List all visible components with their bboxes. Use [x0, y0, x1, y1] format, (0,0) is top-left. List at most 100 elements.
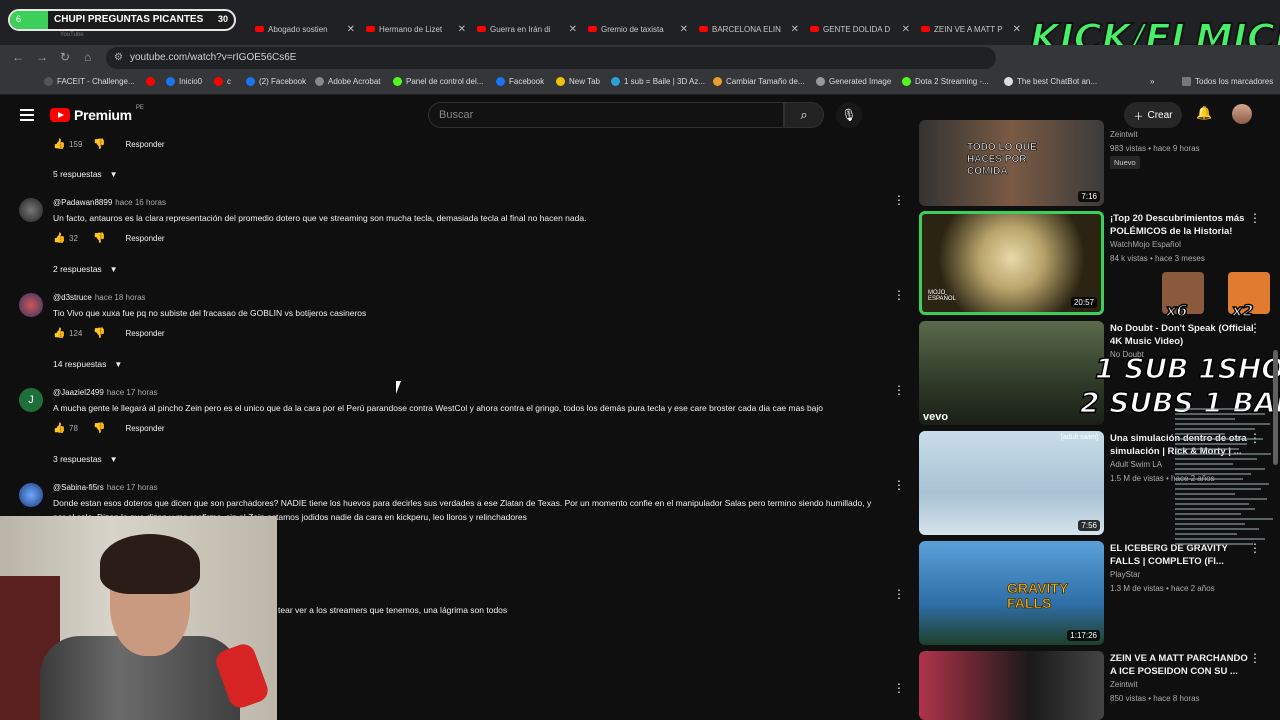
- commenter-avatar[interactable]: [19, 198, 43, 222]
- reply-button[interactable]: Responder: [125, 234, 164, 243]
- video-title[interactable]: No Doubt - Don't Speak (Official 4K Musi…: [1110, 322, 1256, 348]
- replies-toggle[interactable]: 3 respuestas ▼: [53, 454, 118, 464]
- commenter-avatar[interactable]: [19, 483, 43, 507]
- reply-button[interactable]: Responder: [125, 424, 164, 433]
- channel-name[interactable]: Adult Swim LA: [1110, 460, 1162, 469]
- site-info-icon[interactable]: ⚙: [114, 52, 123, 63]
- page-scrollbar[interactable]: [1273, 350, 1278, 465]
- bookmark-item[interactable]: Inicio0: [166, 77, 202, 86]
- replies-toggle[interactable]: 2 respuestas ▼: [53, 264, 118, 274]
- channel-name[interactable]: Zeintwit: [1110, 680, 1138, 689]
- more-options-icon[interactable]: ⋮: [1249, 651, 1261, 665]
- bookmark-item[interactable]: Adobe Acrobat: [315, 77, 380, 86]
- more-options-icon[interactable]: ⋮: [893, 479, 905, 491]
- video-title[interactable]: ¡Top 20 Descubrimientos más POLÉMICOS de…: [1110, 212, 1256, 238]
- comment-author[interactable]: @Jaaziel2499: [53, 388, 104, 397]
- more-options-icon[interactable]: ⋮: [893, 194, 905, 206]
- more-options-icon[interactable]: ⋮: [893, 289, 905, 301]
- tab-6[interactable]: GENTE DOLIDA D ✕: [810, 20, 910, 38]
- bookmark-item[interactable]: FACEIT - Challenge...: [44, 77, 135, 86]
- video-thumbnail[interactable]: TODO LO QUE HACES POR COMIDA 7:16: [919, 120, 1104, 206]
- bookmark-item[interactable]: Cambiar Tamaño de...: [713, 77, 805, 86]
- more-options-icon[interactable]: ⋮: [893, 682, 905, 694]
- like-icon[interactable]: 👍: [53, 423, 65, 434]
- channel-name[interactable]: PlayStar: [1110, 570, 1140, 579]
- forward-arrow-icon[interactable]: →: [36, 50, 48, 64]
- home-icon[interactable]: ⌂: [84, 50, 91, 64]
- replies-toggle[interactable]: 5 respuestas ▼: [53, 169, 118, 179]
- bookmark-item[interactable]: New Tab: [556, 77, 600, 86]
- comment-time[interactable]: hace 17 horas: [107, 388, 158, 397]
- channel-name[interactable]: Zeintwit: [1110, 130, 1138, 139]
- close-tab-icon[interactable]: ✕: [347, 24, 355, 35]
- bookmark-item[interactable]: Dota 2 Streaming -...: [902, 77, 989, 86]
- search-box[interactable]: [428, 102, 784, 128]
- dislike-icon[interactable]: 👎: [93, 328, 105, 339]
- tab-2[interactable]: Hermano de Lizet ✕: [366, 20, 466, 38]
- close-tab-icon[interactable]: ✕: [791, 24, 799, 35]
- bookmark-item[interactable]: Panel de control del...: [393, 77, 483, 86]
- channel-name[interactable]: WatchMojo Español: [1110, 240, 1181, 249]
- bookmark-item[interactable]: Facebook: [496, 77, 544, 86]
- video-thumbnail[interactable]: [919, 651, 1104, 720]
- bookmark-label: 1 sub = Baile | 3D Az...: [624, 77, 706, 86]
- video-thumbnail[interactable]: [adult swim] 7:56: [919, 431, 1104, 535]
- comment-author[interactable]: @d3struce: [53, 293, 92, 302]
- voice-search-button[interactable]: 🎙: [836, 102, 862, 128]
- video-stats: 850 vistas • hace 8 horas: [1110, 694, 1200, 703]
- comment-time[interactable]: hace 18 horas: [95, 293, 146, 302]
- youtube-premium-logo[interactable]: Premium PE: [50, 105, 144, 123]
- account-avatar[interactable]: [1232, 104, 1252, 124]
- more-options-icon[interactable]: ⋮: [1249, 211, 1261, 225]
- dislike-icon[interactable]: 👎: [93, 233, 105, 244]
- like-icon[interactable]: 👍: [53, 139, 65, 150]
- bookmark-item[interactable]: [146, 77, 155, 86]
- close-tab-icon[interactable]: ✕: [569, 24, 577, 35]
- tab-7[interactable]: ZEIN VE A MATT P ✕: [921, 20, 1021, 38]
- tab-0[interactable]: YouTube: [60, 30, 110, 40]
- commenter-avatar[interactable]: J: [19, 388, 43, 412]
- more-bookmarks-icon[interactable]: »: [1150, 77, 1154, 86]
- video-thumbnail[interactable]: GRAVITY FALLS 1:17:26: [919, 541, 1104, 645]
- close-tab-icon[interactable]: ✕: [1013, 24, 1021, 35]
- replies-toggle[interactable]: 14 respuestas ▼: [53, 359, 122, 369]
- bookmark-item[interactable]: 1 sub = Baile | 3D Az...: [611, 77, 705, 86]
- reply-button[interactable]: Responder: [125, 329, 164, 338]
- close-tab-icon[interactable]: ✕: [680, 24, 688, 35]
- search-input[interactable]: [439, 109, 759, 121]
- bookmark-item[interactable]: c: [214, 77, 231, 86]
- url-field[interactable]: ⚙ youtube.com/watch?v=rIGOE56Cs6E: [106, 47, 996, 69]
- bookmark-item[interactable]: Todos los marcadores: [1182, 77, 1273, 86]
- video-thumbnail[interactable]: vevo: [919, 321, 1104, 425]
- video-thumbnail[interactable]: MOJO ESPAÑOL 20:57: [919, 211, 1104, 315]
- dislike-icon[interactable]: 👎: [93, 139, 105, 150]
- create-button[interactable]: ＋ Crear: [1124, 102, 1182, 128]
- close-tab-icon[interactable]: ✕: [902, 24, 910, 35]
- video-title[interactable]: ZEIN VE A MATT PARCHANDO A ICE POSEIDON …: [1110, 652, 1256, 678]
- comment-author[interactable]: @Sabina-fi5rs: [53, 483, 104, 492]
- bookmark-item[interactable]: The best ChatBot an...: [1004, 77, 1097, 86]
- more-options-icon[interactable]: ⋮: [893, 384, 905, 396]
- commenter-avatar[interactable]: [19, 293, 43, 317]
- reload-icon[interactable]: ↻: [60, 50, 70, 64]
- back-arrow-icon[interactable]: ←: [12, 50, 24, 64]
- like-icon[interactable]: 👍: [53, 328, 65, 339]
- comment-time[interactable]: hace 17 horas: [107, 483, 158, 492]
- tab-4[interactable]: Gremio de taxista ✕: [588, 20, 688, 38]
- search-button[interactable]: ⌕: [784, 102, 824, 128]
- hamburger-menu-icon[interactable]: [20, 109, 34, 121]
- comment-author[interactable]: @Padawan8899: [53, 198, 112, 207]
- like-icon[interactable]: 👍: [53, 233, 65, 244]
- bookmark-item[interactable]: Generated Image: [816, 77, 891, 86]
- bookmark-item[interactable]: (2) Facebook: [246, 77, 306, 86]
- reply-button[interactable]: Responder: [125, 140, 164, 149]
- comment-time[interactable]: hace 16 horas: [115, 198, 166, 207]
- tab-1[interactable]: Abogado sostien ✕: [255, 20, 355, 38]
- notifications-bell-icon[interactable]: 🔔: [1196, 105, 1212, 121]
- dislike-icon[interactable]: 👎: [93, 423, 105, 434]
- more-options-icon[interactable]: ⋮: [1249, 321, 1261, 335]
- tab-3[interactable]: Guerra en Irán di ✕: [477, 20, 577, 38]
- tab-5[interactable]: BARCELONA ELIN ✕: [699, 20, 799, 38]
- more-options-icon[interactable]: ⋮: [893, 588, 905, 600]
- close-tab-icon[interactable]: ✕: [458, 24, 466, 35]
